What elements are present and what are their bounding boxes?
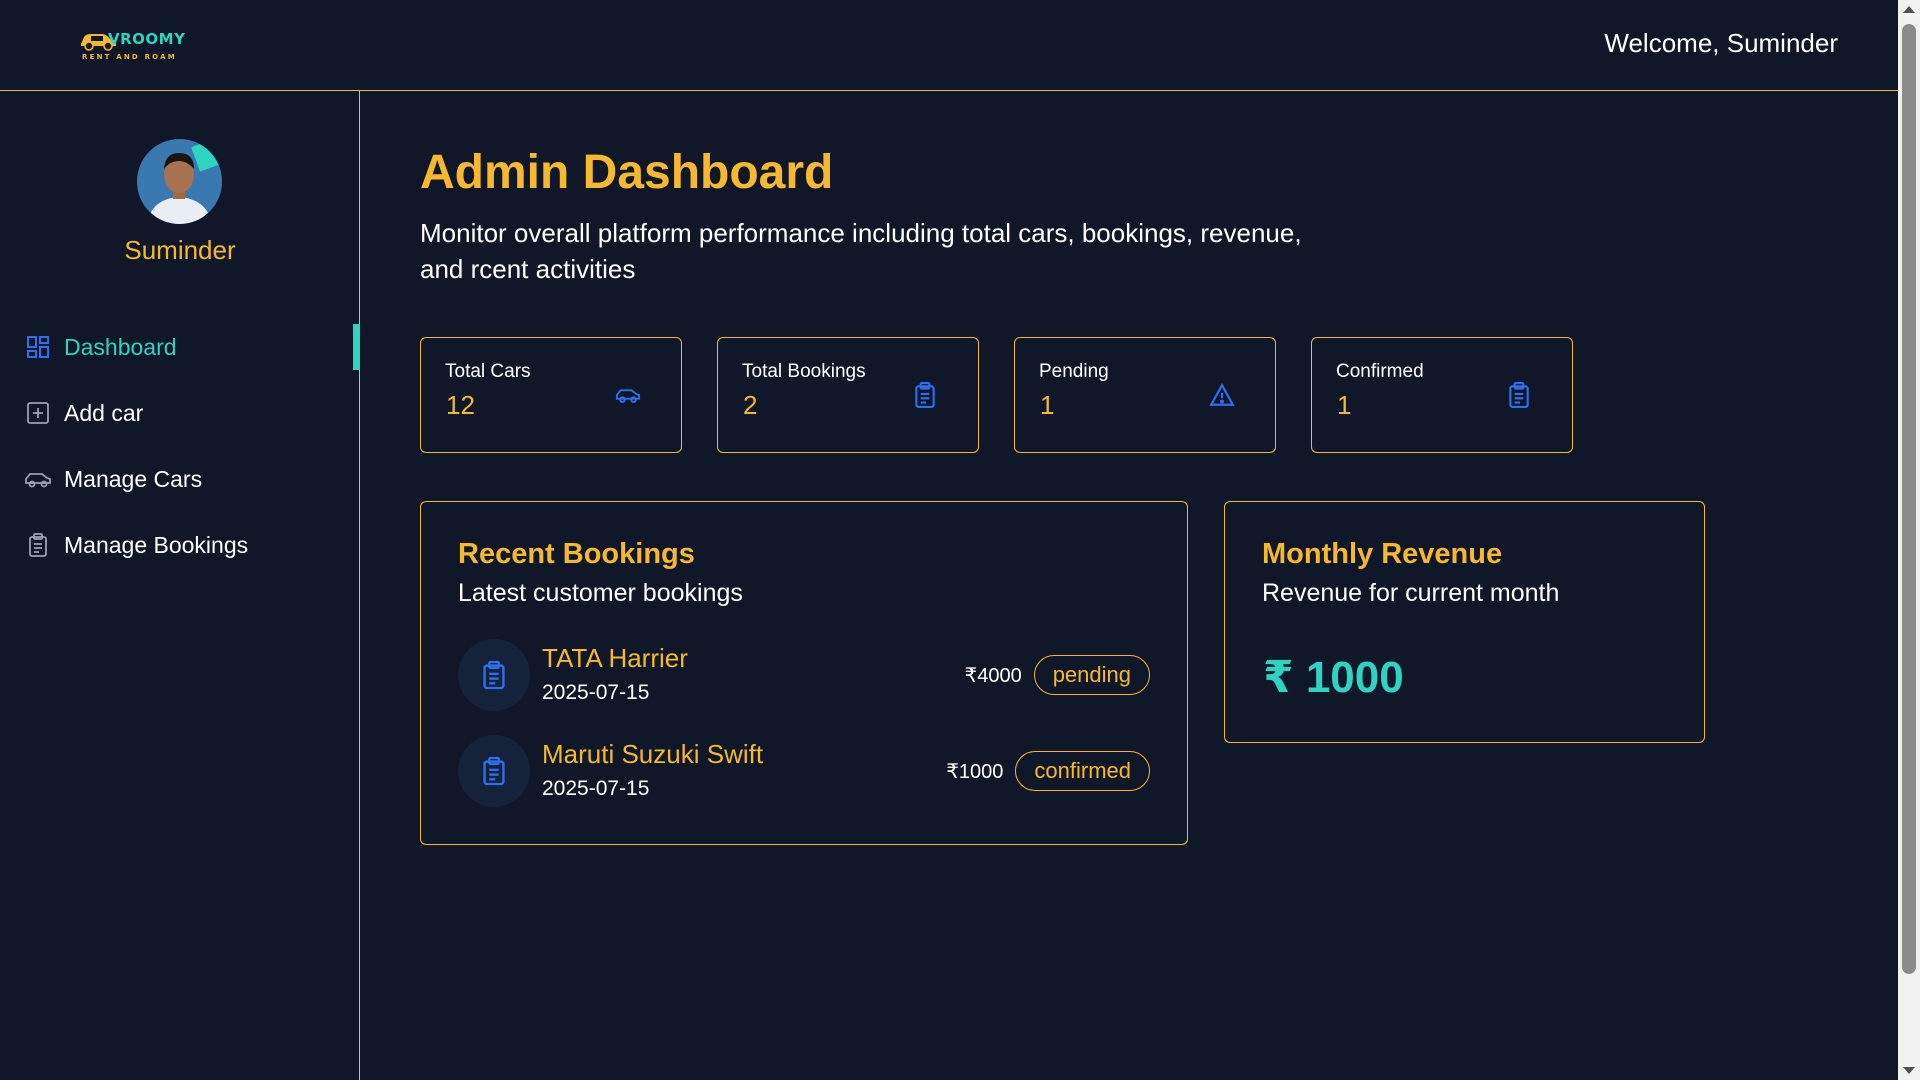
profile-name: Suminder <box>124 235 236 265</box>
page: VROOMY RENT AND ROAM Welcome, Suminder S… <box>0 0 1920 1080</box>
logo[interactable]: VROOMY RENT AND ROAM <box>78 22 188 66</box>
panel-subtitle: Latest customer bookings <box>458 579 743 607</box>
stat-label: Confirmed <box>1336 361 1424 382</box>
add-square-icon <box>24 399 52 427</box>
page-subtitle: Monitor overall platform performance inc… <box>420 218 1302 284</box>
stat-label: Total Cars <box>445 361 531 382</box>
revenue-value: ₹ 1000 <box>1263 653 1404 702</box>
stat-label: Pending <box>1039 361 1109 382</box>
sidebar-item-label: Dashboard <box>64 333 177 360</box>
monthly-revenue-panel: Monthly Revenue Revenue for current mont… <box>1224 501 1705 743</box>
stat-value: 12 <box>446 390 475 420</box>
logo-wordmark: VROOMY <box>108 30 186 48</box>
sidebar-item-label: Manage Cars <box>64 465 203 492</box>
panel-title: Monthly Revenue <box>1262 538 1503 570</box>
stat-card-pending[interactable]: Pending 1 <box>1014 337 1276 453</box>
clipboard-icon <box>24 531 52 559</box>
avatar[interactable] <box>137 139 222 224</box>
booking-car-name: Maruti Suzuki Swift <box>542 739 764 769</box>
clipboard-icon <box>1509 382 1529 408</box>
sidebar: Suminder Dashboard Add car Manage Cars M… <box>0 91 360 1080</box>
stat-value: 1 <box>1337 390 1352 420</box>
car-icon <box>24 465 52 493</box>
clipboard-icon <box>915 382 935 408</box>
stat-card-total-cars[interactable]: Total Cars 12 <box>420 337 682 453</box>
scroll-down-arrow-icon[interactable] <box>1903 1067 1915 1074</box>
sidebar-nav: Dashboard Add car Manage Cars Manage Boo… <box>0 314 360 578</box>
stat-value: 1 <box>1040 390 1055 420</box>
status-badge: pending <box>1033 655 1150 695</box>
sidebar-item-label: Add car <box>64 399 144 426</box>
avatar-image <box>137 139 222 224</box>
booking-car-name: TATA Harrier <box>542 643 688 673</box>
booking-amount: ₹4000 <box>964 664 1022 687</box>
clipboard-icon <box>458 735 530 807</box>
booking-date: 2025-07-15 <box>542 681 650 704</box>
page-title: Admin Dashboard <box>420 146 834 199</box>
list-item[interactable]: TATA Harrier 2025-07-15 ₹4000 pending <box>458 639 1150 713</box>
stat-card-confirmed[interactable]: Confirmed 1 <box>1311 337 1573 453</box>
clipboard-icon <box>458 639 530 711</box>
sidebar-item-label: Manage Bookings <box>64 531 249 558</box>
scrollbar[interactable] <box>1898 0 1920 1080</box>
sidebar-item-manage-bookings[interactable]: Manage Bookings <box>0 512 360 578</box>
stat-card-total-bookings[interactable]: Total Bookings 2 <box>717 337 979 453</box>
logo-tagline: RENT AND ROAM <box>82 53 177 61</box>
top-bar: VROOMY RENT AND ROAM Welcome, Suminder <box>0 0 1898 91</box>
stat-value: 2 <box>743 390 758 420</box>
sidebar-item-dashboard[interactable]: Dashboard <box>0 314 360 380</box>
warning-icon <box>1209 383 1235 406</box>
sidebar-item-add-car[interactable]: Add car <box>0 380 360 446</box>
panel-subtitle: Revenue for current month <box>1262 579 1560 607</box>
scrollbar-thumb[interactable] <box>1902 24 1916 974</box>
booking-amount: ₹1000 <box>946 760 1004 783</box>
welcome-text: Welcome, Suminder <box>1604 28 1838 58</box>
dashboard-icon <box>24 333 52 361</box>
scroll-up-arrow-icon[interactable] <box>1903 6 1915 13</box>
stat-label: Total Bookings <box>742 361 866 382</box>
recent-bookings-panel: Recent Bookings Latest customer bookings… <box>420 501 1188 845</box>
status-badge: confirmed <box>1015 751 1150 791</box>
car-icon <box>615 389 641 403</box>
sidebar-item-manage-cars[interactable]: Manage Cars <box>0 446 360 512</box>
booking-date: 2025-07-15 <box>542 777 650 800</box>
panel-title: Recent Bookings <box>458 538 695 570</box>
list-item[interactable]: Maruti Suzuki Swift 2025-07-15 ₹1000 con… <box>458 735 1150 809</box>
